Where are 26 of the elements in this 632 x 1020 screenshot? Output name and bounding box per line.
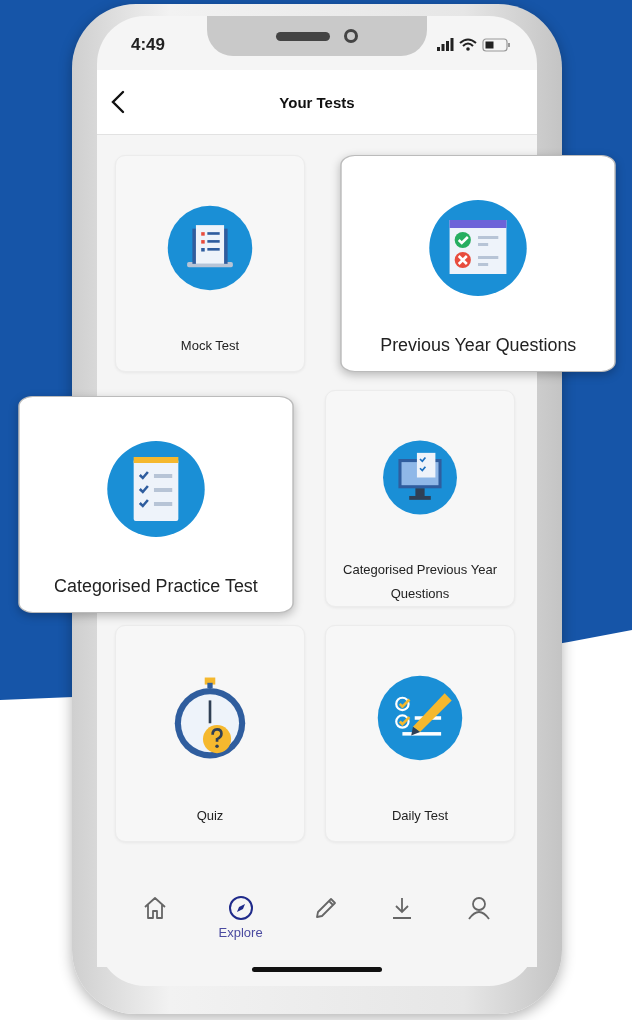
- checklist-pencil-icon: [376, 674, 464, 762]
- test-type-card[interactable]: Categorised Previous Year Questions: [325, 390, 515, 607]
- test-type-card[interactable]: Daily Test: [325, 625, 515, 842]
- card-label: Categorised Practice Test: [54, 575, 258, 599]
- checklist-notepad-icon: [105, 439, 207, 539]
- clipboard-laptop-icon: [166, 204, 254, 292]
- test-type-card[interactable]: Previous Year Questions: [340, 155, 616, 372]
- card-label: Quiz: [196, 807, 224, 825]
- wifi-icon: [459, 38, 477, 52]
- page-title: Your Tests: [279, 93, 355, 111]
- compass-icon: [227, 895, 254, 921]
- pencil-icon: [313, 895, 339, 921]
- test-type-card[interactable]: Quiz: [115, 625, 305, 842]
- test-type-card[interactable]: Categorised Practice Test: [18, 396, 294, 613]
- back-button[interactable]: [109, 88, 127, 116]
- card-label: Categorised Previous Year Questions: [342, 561, 498, 603]
- checklist-window-icon: [427, 198, 529, 298]
- status-time: 4:49: [131, 35, 166, 55]
- card-label: Daily Test: [391, 807, 449, 825]
- card-label: Previous Year Questions: [379, 334, 577, 358]
- signal-icon: [437, 38, 454, 52]
- card-label: Mock Test: [180, 337, 240, 355]
- battery-icon: [482, 38, 511, 52]
- test-type-card[interactable]: Mock Test: [115, 155, 305, 372]
- person-icon: [465, 895, 492, 921]
- nav-tab[interactable]: Explore: [214, 881, 267, 940]
